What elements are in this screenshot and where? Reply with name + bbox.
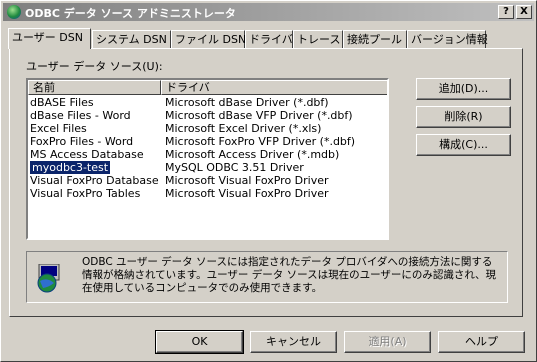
apply-label: 適用(A)	[368, 335, 407, 348]
help-label: ヘルプ	[465, 335, 498, 348]
help-title-button[interactable]: ?	[498, 5, 514, 19]
cancel-button[interactable]: キャンセル	[250, 331, 337, 353]
list-item-selected[interactable]: myodbc3-test MySQL ODBC 3.51 Driver	[28, 160, 370, 175]
close-button[interactable]: X	[516, 5, 532, 19]
info-text: ODBC ユーザー データ ソースには指定されたデータ プロバイダへの接続方法に…	[82, 256, 496, 294]
dsn-driver: Microsoft Visual FoxPro Driver	[165, 187, 329, 200]
dsn-name: Visual FoxPro Tables	[30, 187, 141, 200]
apply-button[interactable]: 適用(A)	[344, 331, 431, 353]
title-bar: ODBC データ ソース アドミニストレータ ? X	[3, 3, 534, 21]
dsn-driver: Microsoft Excel Driver (*.xls)	[165, 122, 322, 135]
help-button[interactable]: ヘルプ	[438, 331, 525, 353]
dsn-driver: Microsoft dBase Driver (*.dbf)	[165, 96, 329, 109]
info-box: ODBC ユーザー データ ソースには指定されたデータ プロバイダへの接続方法に…	[26, 251, 508, 303]
tab-connection-pool[interactable]: 接続プール	[343, 30, 407, 48]
dsn-name: MS Access Database	[30, 148, 144, 161]
tab-user-dsn[interactable]: ユーザー DSN	[8, 28, 91, 49]
window-title: ODBC データ ソース アドミニストレータ	[25, 7, 236, 20]
dsn-name: FoxPro Files - Word	[30, 135, 134, 148]
list-item[interactable]: dBASE Files Microsoft dBase Driver (*.db…	[30, 96, 370, 109]
dsn-driver: Microsoft FoxPro VFP Driver (*.dbf)	[165, 135, 356, 148]
dsn-driver: Microsoft Access Driver (*.mdb)	[165, 148, 340, 161]
configure-button[interactable]: 構成(C)...	[416, 134, 511, 156]
ok-button[interactable]: OK	[155, 330, 244, 354]
dsn-driver: Microsoft dBase VFP Driver (*.dbf)	[165, 109, 353, 122]
tab-tracing[interactable]: トレース	[293, 30, 343, 48]
tab-system-dsn[interactable]: システム DSN	[92, 30, 171, 48]
list-item[interactable]: Excel Files Microsoft Excel Driver (*.xl…	[30, 122, 370, 135]
dsn-driver: Microsoft Visual FoxPro Driver	[165, 174, 329, 187]
list-label: ユーザー データ ソース(U):	[26, 60, 163, 73]
add-button[interactable]: 追加(D)...	[416, 78, 511, 100]
remove-button[interactable]: 削除(R)	[416, 106, 511, 128]
list-item[interactable]: Visual FoxPro Database Microsoft Visual …	[30, 174, 370, 187]
dsn-name: myodbc3-test	[28, 160, 112, 175]
column-header-driver[interactable]: ドライバ	[161, 80, 387, 95]
database-globe-icon	[37, 264, 60, 293]
data-source-list[interactable]: 名前 ドライバ dBASE Files Microsoft dBase Driv…	[26, 78, 389, 240]
globe-icon	[7, 5, 21, 19]
dsn-name: Excel Files	[30, 122, 87, 135]
dsn-name: dBASE Files	[30, 96, 94, 109]
tab-drivers[interactable]: ドライバ	[245, 30, 293, 48]
dsn-name: Visual FoxPro Database	[30, 174, 159, 187]
ok-label: OK	[191, 335, 208, 348]
tab-about[interactable]: バージョン情報	[407, 30, 488, 48]
list-item[interactable]: dBase Files - Word Microsoft dBase VFP D…	[30, 109, 370, 122]
list-item[interactable]: Visual FoxPro Tables Microsoft Visual Fo…	[30, 187, 370, 200]
dsn-name: dBase Files - Word	[30, 109, 131, 122]
dsn-driver: MySQL ODBC 3.51 Driver	[165, 161, 304, 174]
tab-file-dsn[interactable]: ファイル DSN	[171, 30, 246, 48]
cancel-label: キャンセル	[266, 335, 321, 348]
list-item[interactable]: MS Access Database Microsoft Access Driv…	[30, 148, 370, 161]
column-header-name[interactable]: 名前	[28, 80, 161, 95]
list-item[interactable]: FoxPro Files - Word Microsoft FoxPro VFP…	[30, 135, 370, 148]
